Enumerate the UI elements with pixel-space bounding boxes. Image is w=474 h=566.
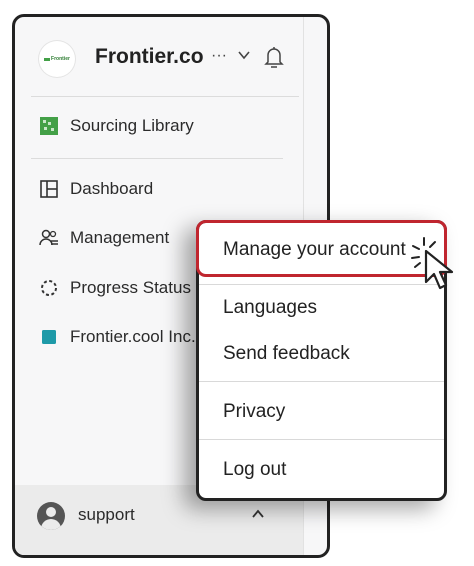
user-name: support — [78, 505, 135, 524]
sidebar-item-label: Frontier.cool Inc. — [70, 327, 196, 346]
org-switcher[interactable]: Frontier Frontier.co ··· — [33, 41, 303, 77]
sidebar-item-management[interactable]: Management — [39, 224, 169, 252]
org-logo: Frontier — [39, 41, 75, 77]
sidebar-item-frontier-cool[interactable]: Frontier.cool Inc. — [39, 323, 196, 351]
divider — [199, 284, 444, 285]
sidebar-item-label: Dashboard — [70, 179, 154, 198]
teal-square-icon — [39, 327, 59, 347]
sidebar-item-progress-status[interactable]: Progress Status — [39, 274, 191, 302]
dashboard-icon — [39, 179, 59, 199]
chevron-up-icon[interactable] — [251, 507, 265, 521]
sourcing-library-icon — [39, 116, 59, 136]
menu-item-languages[interactable]: Languages — [223, 297, 317, 319]
divider — [31, 96, 299, 97]
avatar — [37, 502, 65, 530]
progress-status-icon — [39, 278, 59, 298]
sidebar-item-label: Sourcing Library — [70, 116, 194, 135]
menu-item-privacy[interactable]: Privacy — [223, 401, 285, 423]
sidebar-item-label: Management — [70, 228, 170, 247]
menu-item-log-out[interactable]: Log out — [223, 459, 286, 481]
divider — [199, 381, 444, 382]
org-name: Frontier.co — [95, 45, 204, 68]
click-cursor-icon — [411, 237, 454, 290]
menu-item-send-feedback[interactable]: Send feedback — [223, 343, 350, 365]
sidebar-item-dashboard[interactable]: Dashboard — [39, 175, 153, 203]
org-name-ellipsis: ··· — [211, 47, 227, 64]
bell-icon[interactable] — [263, 45, 285, 69]
sidebar-item-sourcing-library[interactable]: Sourcing Library — [39, 112, 194, 140]
divider — [31, 158, 283, 159]
divider — [199, 439, 444, 440]
management-icon — [39, 228, 59, 248]
chevron-down-icon[interactable] — [238, 49, 250, 61]
sidebar-item-label: Progress Status — [70, 278, 191, 297]
